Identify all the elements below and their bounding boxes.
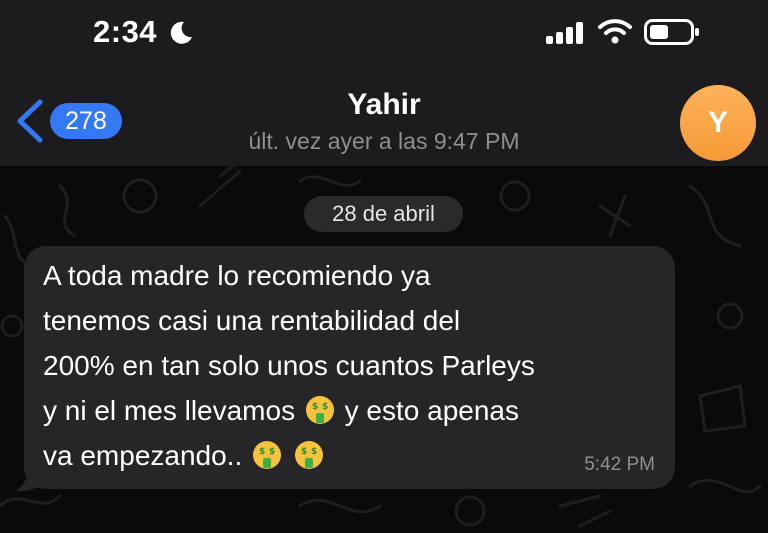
money-mouth-emoji-icon: $ $ xyxy=(253,441,282,469)
contact-avatar[interactable]: Y xyxy=(680,85,756,161)
date-separator: 28 de abril xyxy=(304,196,463,232)
message-line-3: 200% en tan solo unos cuantos Parleys xyxy=(43,350,535,381)
svg-text:$: $ xyxy=(322,402,328,412)
contact-name[interactable]: Yahir xyxy=(0,88,768,122)
chat-area: 28 de abril A toda madre lo recomiendo y… xyxy=(0,166,768,533)
moon-icon xyxy=(170,21,192,44)
message-line-1: A toda madre lo recomiendo ya xyxy=(43,260,431,291)
svg-text:$: $ xyxy=(312,402,318,412)
svg-text:$: $ xyxy=(259,447,265,457)
wifi-icon xyxy=(598,19,632,44)
message-line-4a: y ni el mes llevamos xyxy=(43,395,296,426)
last-seen-status: últ. vez ayer a las 9:47 PM xyxy=(248,128,520,154)
svg-text:$: $ xyxy=(311,447,317,457)
message-timestamp: 5:42 PM xyxy=(584,454,655,475)
money-mouth-emoji-icon: $ $ xyxy=(294,441,323,469)
message-text[interactable]: A toda madre lo recomiendo ya tenemos ca… xyxy=(43,253,668,478)
money-mouth-emoji-icon: $ $ xyxy=(305,396,334,424)
cellular-signal-icon xyxy=(546,22,583,44)
chat-header: 2:34 278 Yahir últ. vez ayer a las 9:47 … xyxy=(0,0,768,166)
svg-text:$: $ xyxy=(269,447,275,457)
battery-icon xyxy=(644,19,699,45)
message-line-2: tenemos casi una rentabilidad del xyxy=(43,305,461,336)
message-line-4b: y esto apenas xyxy=(344,395,519,426)
status-time: 2:34 xyxy=(93,14,158,49)
svg-text:$: $ xyxy=(301,447,307,457)
message-line-5: va empezando.. xyxy=(43,440,243,471)
